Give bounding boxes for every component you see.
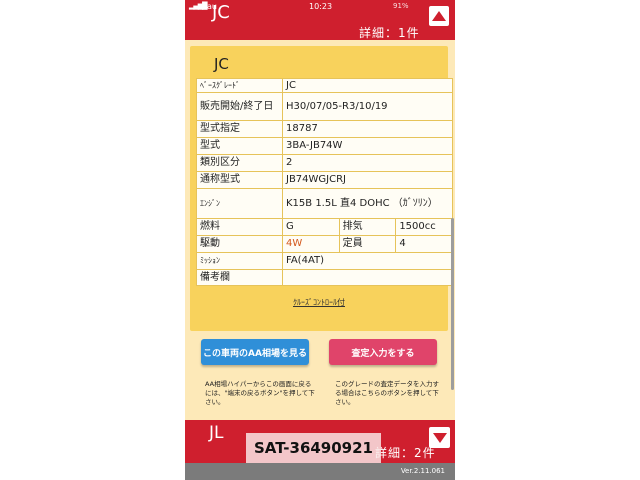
spec-label: 販売開始/終了日 — [196, 92, 283, 121]
spec-value — [282, 269, 453, 286]
spec-value: 4W — [282, 235, 340, 253]
table-row: ﾍﾞｰｽｸﾞﾚｰﾄﾞ JC — [196, 78, 453, 93]
scroll-up-button[interactable] — [429, 6, 449, 26]
top-detail-count: 詳細：1件 — [359, 26, 420, 40]
spec-label: 備考欄 — [196, 269, 283, 286]
table-row: 駆動 4W 定員 4 — [196, 235, 453, 253]
spec-label: ﾍﾞｰｽｸﾞﾚｰﾄﾞ — [196, 78, 283, 93]
spec-label: 排気 — [338, 218, 397, 236]
scrollbar[interactable] — [451, 218, 454, 390]
table-row: 販売開始/終了日 H30/07/05-R3/10/19 — [196, 92, 453, 121]
table-row: 備考欄 — [196, 269, 453, 286]
back-instruction-note: AA相場ハイパーからこの画面に戻るには、"端末の戻るボタン"を押して下さい。 — [205, 380, 315, 406]
arrow-up-icon — [432, 11, 446, 21]
spec-label: ｴﾝｼﾞﾝ — [196, 188, 283, 219]
spec-value: H30/07/05-R3/10/19 — [282, 92, 453, 121]
spec-table: ﾍﾞｰｽｸﾞﾚｰﾄﾞ JC 販売開始/終了日 H30/07/05-R3/10/1… — [196, 78, 453, 286]
table-row: 燃料 G 排気 1500cc — [196, 218, 453, 236]
spec-value: 4 — [395, 235, 453, 253]
version-bar: Ver.2.11.061 — [185, 463, 455, 480]
spec-value: K15B 1.5L 直4 DOHC （ｶﾞｿﾘﾝ） — [282, 188, 453, 219]
scroll-down-button[interactable] — [429, 427, 450, 448]
view-aa-market-button[interactable]: この車両のAA相場を見る — [201, 339, 309, 365]
spec-label: 定員 — [338, 235, 397, 253]
remarks-link[interactable]: ｸﾙｰｽﾞｺﾝﾄﾛｰﾙ付 — [190, 297, 448, 308]
spec-label: 型式指定 — [196, 120, 283, 138]
status-time: 10:23 — [309, 2, 333, 11]
appraisal-instruction-note: このグレードの査定データを入力する場合はこちらのボタンを押して下さい。 — [335, 380, 439, 406]
top-grade-header[interactable]: ▂▄▆█ au 10:23 91% JC 詳細：1件 — [185, 0, 455, 40]
table-row: 通称型式 JB74WGJCRJ — [196, 171, 453, 189]
spec-label: ﾐｯｼｮﾝ — [196, 252, 283, 270]
battery-level: 91% — [393, 2, 409, 10]
card-title: JC — [214, 55, 229, 73]
bottom-grade-header[interactable]: JL 詳細：2件 SAT-36490921 — [185, 420, 455, 463]
spec-value: JC — [282, 78, 453, 93]
signal-icon: ▂▄▆█ — [189, 2, 208, 10]
table-row: 型式 3BA-JB74W — [196, 137, 453, 155]
bottom-detail-count: 詳細：2件 — [375, 446, 436, 460]
stock-number-badge: SAT-36490921 — [246, 433, 381, 463]
spec-value: JB74WGJCRJ — [282, 171, 453, 189]
spec-label: 類別区分 — [196, 154, 283, 172]
spec-value: G — [282, 218, 340, 236]
arrow-down-icon — [432, 432, 447, 443]
version-label: Ver.2.11.061 — [400, 467, 445, 475]
spec-value: 2 — [282, 154, 453, 172]
table-row: 類別区分 2 — [196, 154, 453, 172]
spec-label: 型式 — [196, 137, 283, 155]
spec-label: 燃料 — [196, 218, 283, 236]
bottom-grade-name: JL — [209, 423, 224, 443]
table-row: ｴﾝｼﾞﾝ K15B 1.5L 直4 DOHC （ｶﾞｿﾘﾝ） — [196, 188, 453, 219]
spec-value: 1500cc — [395, 218, 453, 236]
table-row: 型式指定 18787 — [196, 120, 453, 138]
grade-detail-card: JC ﾍﾞｰｽｸﾞﾚｰﾄﾞ JC 販売開始/終了日 H30/07/05-R3/1… — [190, 46, 453, 331]
spec-value: FA(4AT) — [282, 252, 453, 270]
spec-label: 通称型式 — [196, 171, 283, 189]
phone-screen: ▂▄▆█ au 10:23 91% JC 詳細：1件 JC ﾍﾞｰｽｸﾞﾚｰﾄﾞ… — [185, 0, 455, 480]
spec-value: 18787 — [282, 120, 453, 138]
table-row: ﾐｯｼｮﾝ FA(4AT) — [196, 252, 453, 270]
top-grade-name: JC — [212, 2, 230, 23]
spec-value: 3BA-JB74W — [282, 137, 453, 155]
appraisal-input-button[interactable]: 査定入力をする — [329, 339, 437, 365]
spec-label: 駆動 — [196, 235, 283, 253]
